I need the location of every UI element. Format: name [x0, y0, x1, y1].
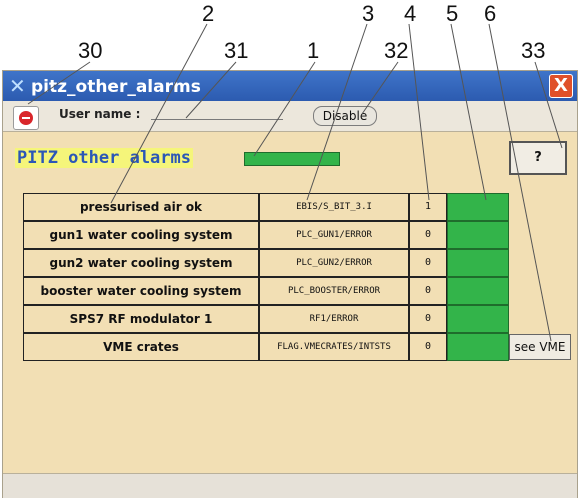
stop-button[interactable] — [13, 106, 39, 130]
callout-5: 5 — [446, 1, 459, 26]
alarm-name: VME crates — [23, 333, 259, 361]
alarm-address: PLC_BOOSTER/ERROR — [259, 277, 409, 305]
alarm-row: SPS7 RF modulator 1 RF1/ERROR 0 — [23, 305, 567, 333]
x-logo-icon: ✕ — [9, 74, 26, 98]
window-title: pitz_other_alarms — [31, 77, 201, 97]
callout-31: 31 — [224, 38, 249, 63]
alarm-value: 0 — [409, 333, 447, 361]
alarm-address: RF1/ERROR — [259, 305, 409, 333]
alarm-status-indicator — [447, 221, 509, 249]
user-toolbar: User name : Disable — [3, 101, 577, 132]
close-button[interactable]: X — [549, 74, 573, 98]
alarm-value: 1 — [409, 193, 447, 221]
alarm-address: PLC_GUN2/ERROR — [259, 249, 409, 277]
panel-title: PITZ other alarms — [15, 148, 193, 168]
alarm-value: 0 — [409, 305, 447, 333]
close-icon: X — [554, 75, 568, 96]
alarm-name: SPS7 RF modulator 1 — [23, 305, 259, 333]
alarm-status-indicator — [447, 305, 509, 333]
callout-32: 32 — [384, 38, 409, 63]
alarm-address: EBIS/S_BIT_3.I — [259, 193, 409, 221]
alarm-name: booster water cooling system — [23, 277, 259, 305]
user-name-label: User name : — [59, 107, 141, 121]
alarm-name: gun1 water cooling system — [23, 221, 259, 249]
alarm-status-indicator — [447, 277, 509, 305]
callout-1: 1 — [307, 38, 320, 63]
window-titlebar[interactable]: ✕ pitz_other_alarms X — [3, 71, 577, 102]
summary-status-indicator — [244, 152, 340, 166]
see-vme-button[interactable]: see VME — [509, 334, 571, 360]
alarm-row: pressurised air ok EBIS/S_BIT_3.I 1 — [23, 193, 567, 221]
callout-30: 30 — [78, 38, 103, 63]
alarm-address: FLAG.VMECRATES/INTSTS — [259, 333, 409, 361]
callout-4: 4 — [404, 1, 417, 26]
help-button[interactable]: ? — [509, 141, 567, 175]
callout-6: 6 — [484, 1, 497, 26]
callout-33: 33 — [521, 38, 546, 63]
alarm-value: 0 — [409, 249, 447, 277]
alarm-status-indicator — [447, 333, 509, 361]
alarm-row: gun1 water cooling system PLC_GUN1/ERROR… — [23, 221, 567, 249]
alarm-status-indicator — [447, 193, 509, 221]
alarm-value: 0 — [409, 221, 447, 249]
alarm-window: ✕ pitz_other_alarms X User name : Disabl… — [2, 70, 578, 498]
alarm-status-indicator — [447, 249, 509, 277]
alarm-row: gun2 water cooling system PLC_GUN2/ERROR… — [23, 249, 567, 277]
stop-icon — [19, 111, 33, 125]
alarm-value: 0 — [409, 277, 447, 305]
alarm-name: pressurised air ok — [23, 193, 259, 221]
callout-2: 2 — [202, 1, 215, 26]
alarm-row: VME crates FLAG.VMECRATES/INTSTS 0 see V… — [23, 333, 571, 361]
window-status-strip — [3, 473, 577, 498]
alarm-name: gun2 water cooling system — [23, 249, 259, 277]
disable-button[interactable]: Disable — [313, 106, 377, 126]
callout-3: 3 — [362, 1, 375, 26]
user-name-input[interactable] — [151, 117, 283, 120]
alarm-address: PLC_GUN1/ERROR — [259, 221, 409, 249]
alarm-row: booster water cooling system PLC_BOOSTER… — [23, 277, 567, 305]
